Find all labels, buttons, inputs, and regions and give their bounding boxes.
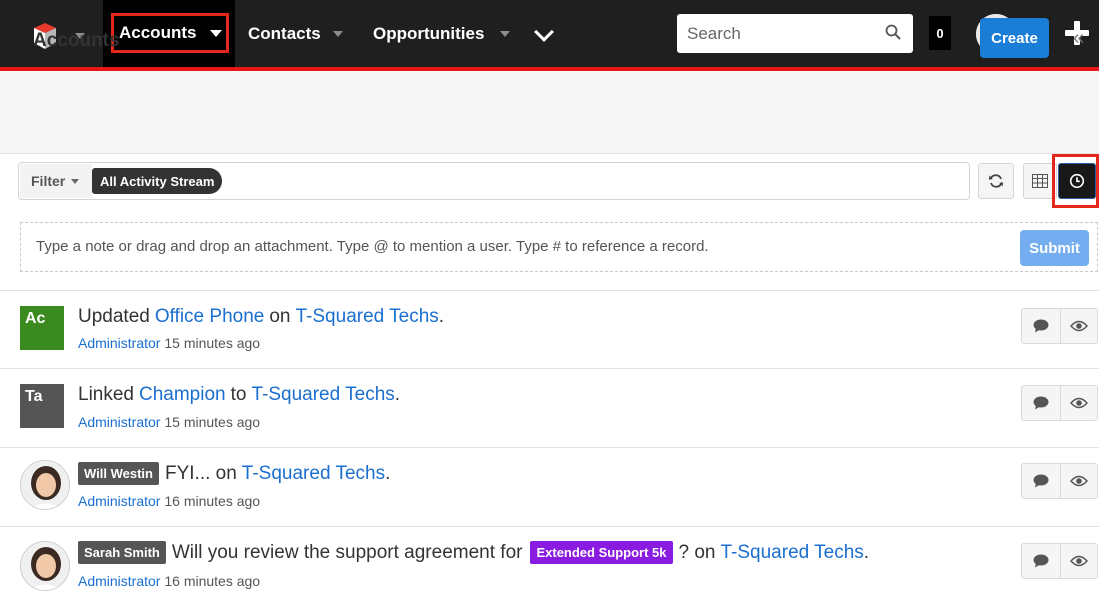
activity-actions (1021, 543, 1098, 579)
activity-stream-button[interactable] (1058, 163, 1096, 199)
eye-icon (1069, 320, 1088, 332)
filter-dropdown[interactable]: Filter (20, 164, 92, 198)
activity-actions (1021, 308, 1098, 344)
divider (0, 290, 1099, 291)
activity-avatar[interactable] (20, 460, 70, 510)
notifications-badge[interactable]: 0 (929, 16, 951, 50)
activity-actions (1021, 385, 1098, 421)
activity-summary: Will Westin FYI... on T-Squared Techs. (78, 462, 390, 485)
global-search (677, 14, 913, 53)
preview-button[interactable] (1059, 464, 1098, 498)
nav-tab-contacts-label: Contacts (248, 23, 321, 43)
activity-meta: Administrator 16 minutes ago (78, 493, 260, 509)
comment-button[interactable] (1022, 386, 1060, 420)
activity-end: . (394, 384, 401, 405)
comment-button[interactable] (1022, 464, 1060, 498)
activity-connector: to (230, 384, 247, 405)
activity-field-link[interactable]: Office Phone (155, 306, 265, 328)
activity-summary: Linked Champion to T-Squared Techs. (78, 384, 400, 406)
activity-summary: Updated Office Phone on T-Squared Techs. (78, 306, 444, 328)
filter-selected-pill[interactable]: All Activity Stream (92, 168, 223, 194)
divider (0, 447, 1099, 448)
search-input[interactable] (677, 14, 877, 53)
submit-button[interactable]: Submit (1020, 230, 1089, 266)
preview-button[interactable] (1059, 309, 1098, 343)
activity-meta: Administrator 15 minutes ago (78, 414, 260, 430)
note-input-placeholder[interactable]: Type a note or drag and drop an attachme… (36, 238, 709, 255)
activity-author-link[interactable]: Administrator (78, 493, 160, 509)
refresh-icon (988, 174, 1004, 188)
activity-record-link[interactable]: T-Squared Techs (296, 306, 439, 328)
clock-icon (1069, 173, 1085, 189)
activity-end: . (385, 462, 391, 484)
comment-icon (1033, 474, 1049, 488)
product-reference-tag[interactable]: Extended Support 5k (530, 541, 673, 564)
eye-icon (1069, 397, 1088, 409)
user-mention-tag[interactable]: Sarah Smith (78, 541, 166, 564)
eye-icon (1069, 475, 1088, 487)
activity-field-link[interactable]: Champion (139, 384, 226, 406)
collapse-sidebar-icon[interactable]: « (1073, 27, 1084, 50)
nav-tab-opportunities[interactable]: Opportunities (373, 0, 511, 67)
divider (0, 368, 1099, 369)
divider (0, 526, 1099, 527)
activity-avatar[interactable]: Ta (20, 384, 64, 428)
activity-end: . (863, 541, 870, 563)
activity-actions (1021, 463, 1098, 499)
create-button[interactable]: Create (980, 18, 1049, 58)
activity-avatar[interactable]: Ac (20, 306, 64, 350)
activity-text-after: ? on (678, 541, 716, 563)
search-icon[interactable] (885, 24, 901, 40)
nav-tab-accounts-label: Accounts (119, 23, 197, 42)
table-icon (1032, 174, 1048, 188)
nav-tab-opportunities-label: Opportunities (373, 23, 485, 43)
filter-label: Filter (31, 173, 66, 189)
activity-text: FYI... on (164, 462, 237, 484)
comment-icon (1033, 319, 1049, 333)
page-header (0, 71, 1099, 154)
eye-icon (1069, 555, 1088, 567)
user-photo-icon (21, 461, 69, 509)
user-mention-tag[interactable]: Will Westin (78, 462, 159, 485)
activity-meta: Administrator 16 minutes ago (78, 573, 260, 589)
nav-tab-accounts[interactable]: Accounts (111, 13, 229, 53)
activity-record-link[interactable]: T-Squared Techs (242, 463, 385, 485)
comment-button[interactable] (1022, 544, 1060, 578)
preview-button[interactable] (1059, 544, 1098, 578)
activity-verb: Linked (78, 384, 134, 405)
activity-author-link[interactable]: Administrator (78, 414, 160, 430)
activity-connector: on (269, 306, 291, 327)
comment-icon (1033, 396, 1049, 410)
activity-summary: Sarah Smith Will you review the support … (78, 541, 869, 564)
activity-time: 15 minutes ago (164, 335, 261, 351)
activity-author-link[interactable]: Administrator (78, 573, 160, 589)
chevron-down-icon[interactable] (332, 30, 343, 37)
activity-end: . (438, 306, 445, 327)
user-photo-icon (21, 542, 69, 590)
preview-button[interactable] (1059, 386, 1098, 420)
chevron-down-icon[interactable] (210, 29, 223, 37)
activity-record-link[interactable]: T-Squared Techs (720, 542, 863, 564)
activity-author-link[interactable]: Administrator (78, 335, 160, 351)
chevron-down-icon[interactable] (500, 30, 511, 37)
activity-avatar[interactable] (20, 541, 70, 591)
comment-button[interactable] (1022, 309, 1060, 343)
activity-time: 16 minutes ago (164, 493, 261, 509)
chevron-down-icon (71, 178, 80, 184)
comment-icon (1033, 554, 1049, 568)
activity-verb: Updated (78, 306, 150, 327)
nav-tab-contacts[interactable]: Contacts (248, 0, 343, 67)
activity-meta: Administrator 15 minutes ago (78, 335, 260, 351)
activity-record-link[interactable]: T-Squared Techs (251, 384, 394, 406)
refresh-button[interactable] (978, 163, 1014, 199)
activity-time: 16 minutes ago (164, 573, 261, 589)
activity-text: Will you review the support agreement fo… (171, 541, 523, 563)
activity-time: 15 minutes ago (164, 414, 261, 430)
page-title: Accounts (33, 30, 120, 51)
